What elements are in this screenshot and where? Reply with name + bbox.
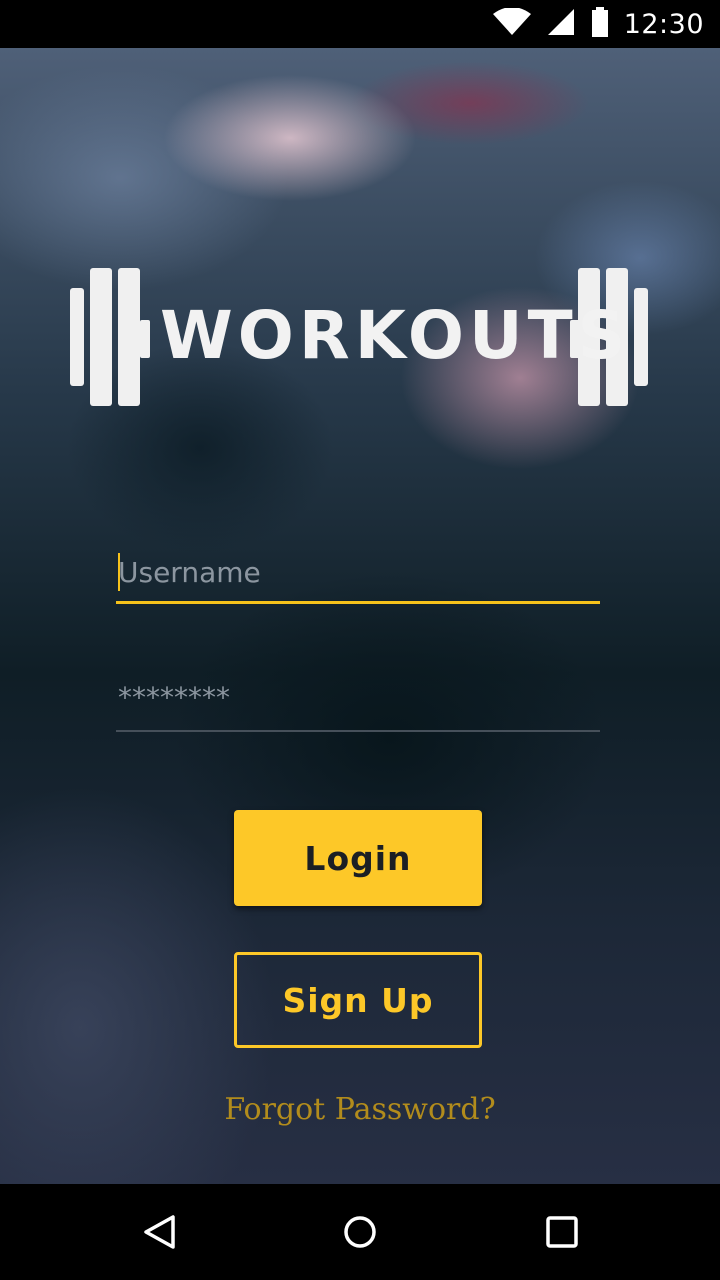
home-circle-icon[interactable] <box>320 1202 400 1262</box>
status-icons: 12:30 <box>492 0 704 48</box>
status-bar: 12:30 <box>0 0 720 48</box>
text-caret <box>118 553 120 591</box>
username-field-container <box>116 544 600 604</box>
login-button[interactable]: Login <box>234 810 482 906</box>
cellular-signal-icon <box>546 8 576 40</box>
navigation-bar <box>0 1184 720 1280</box>
recents-square-icon[interactable] <box>522 1202 602 1262</box>
back-triangle-icon[interactable] <box>120 1202 200 1262</box>
password-input[interactable] <box>116 664 600 730</box>
wifi-icon <box>492 7 532 40</box>
status-time: 12:30 <box>623 8 704 40</box>
login-screen: 12:30 WORKOUTS Login <box>0 0 720 1280</box>
sign-up-button[interactable]: Sign Up <box>234 952 482 1048</box>
app-logo-text: WORKOUTS <box>160 297 631 374</box>
forgot-password-link[interactable]: Forgot Password? <box>160 1092 560 1127</box>
battery-icon <box>590 7 610 41</box>
password-field-container <box>116 664 600 732</box>
username-input[interactable] <box>116 544 600 601</box>
